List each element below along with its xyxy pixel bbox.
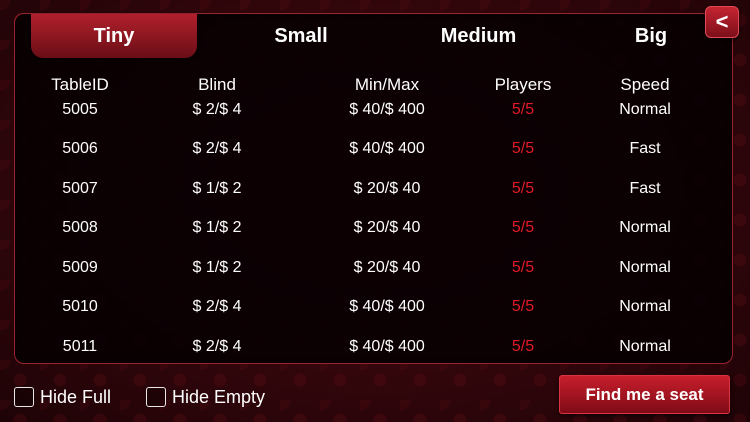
tab-small[interactable]: Small [226,14,376,58]
cell-speed: Normal [619,101,671,118]
cell-players: 5/5 [511,298,535,315]
cell-blind: $ 2/$ 4 [192,298,242,315]
cell-table-id: 5007 [62,180,98,197]
find-seat-button[interactable]: Find me a seat [559,375,730,414]
cell-min-max: $ 40/$ 400 [349,140,425,157]
checkbox-box-icon[interactable] [146,387,166,407]
back-chevron-icon: < [715,9,729,34]
cell-min-max: $ 20/$ 40 [353,219,421,236]
cell-players: 5/5 [511,101,535,118]
cell-blind: $ 2/$ 4 [192,101,242,118]
cell-speed: Fast [629,140,661,157]
cell-blind: $ 2/$ 4 [192,338,242,355]
table-list-panel: Tiny Small Medium Big TableID Blind Min/… [14,13,733,364]
cell-min-max: $ 20/$ 40 [353,180,421,197]
cell-speed: Normal [619,338,671,355]
cell-min-max: $ 20/$ 40 [353,259,421,276]
hide-full-checkbox[interactable]: Hide Full [14,385,111,409]
stakes-tabs: Tiny Small Medium Big [31,14,715,58]
tab-tiny[interactable]: Tiny [31,14,197,58]
hide-empty-checkbox[interactable]: Hide Empty [146,385,265,409]
table-row[interactable]: 5005 $ 2/$ 4 $ 40/$ 400 5/5 Normal [15,95,734,125]
table-row[interactable]: 5009 $ 1/$ 2 $ 20/$ 40 5/5 Normal [15,253,734,283]
cell-speed: Normal [619,219,671,236]
cell-table-id: 5006 [62,140,98,157]
table-row[interactable]: 5008 $ 1/$ 2 $ 20/$ 40 5/5 Normal [15,213,734,243]
cell-blind: $ 1/$ 2 [192,180,242,197]
back-button[interactable]: < [705,6,739,38]
table-row[interactable]: 5006 $ 2/$ 4 $ 40/$ 400 5/5 Fast [15,134,734,164]
cell-players: 5/5 [511,338,535,355]
tab-medium[interactable]: Medium [401,14,556,58]
cell-table-id: 5008 [62,219,98,236]
cell-table-id: 5010 [62,298,98,315]
cell-min-max: $ 40/$ 400 [349,338,425,355]
cell-players: 5/5 [511,259,535,276]
cell-min-max: $ 40/$ 400 [349,101,425,118]
cell-table-id: 5005 [62,101,98,118]
cell-speed: Fast [629,180,661,197]
cell-table-id: 5009 [62,259,98,276]
hide-full-label: Hide Full [40,386,112,407]
cell-blind: $ 1/$ 2 [192,219,242,236]
table-row[interactable]: 5011 $ 2/$ 4 $ 40/$ 400 5/5 Normal [15,332,734,362]
table-row[interactable]: 5010 $ 2/$ 4 $ 40/$ 400 5/5 Normal [15,292,734,322]
tab-big[interactable]: Big [591,14,711,58]
checkbox-box-icon[interactable] [14,387,34,407]
cell-players: 5/5 [511,180,535,197]
cell-blind: $ 2/$ 4 [192,140,242,157]
cell-speed: Normal [619,298,671,315]
cell-table-id: 5011 [62,338,98,355]
cell-blind: $ 1/$ 2 [192,259,242,276]
cell-speed: Normal [619,259,671,276]
table-row[interactable]: 5007 $ 1/$ 2 $ 20/$ 40 5/5 Fast [15,174,734,204]
cell-min-max: $ 40/$ 400 [349,298,425,315]
cell-players: 5/5 [511,140,535,157]
cell-players: 5/5 [511,219,535,236]
hide-empty-label: Hide Empty [172,386,266,407]
